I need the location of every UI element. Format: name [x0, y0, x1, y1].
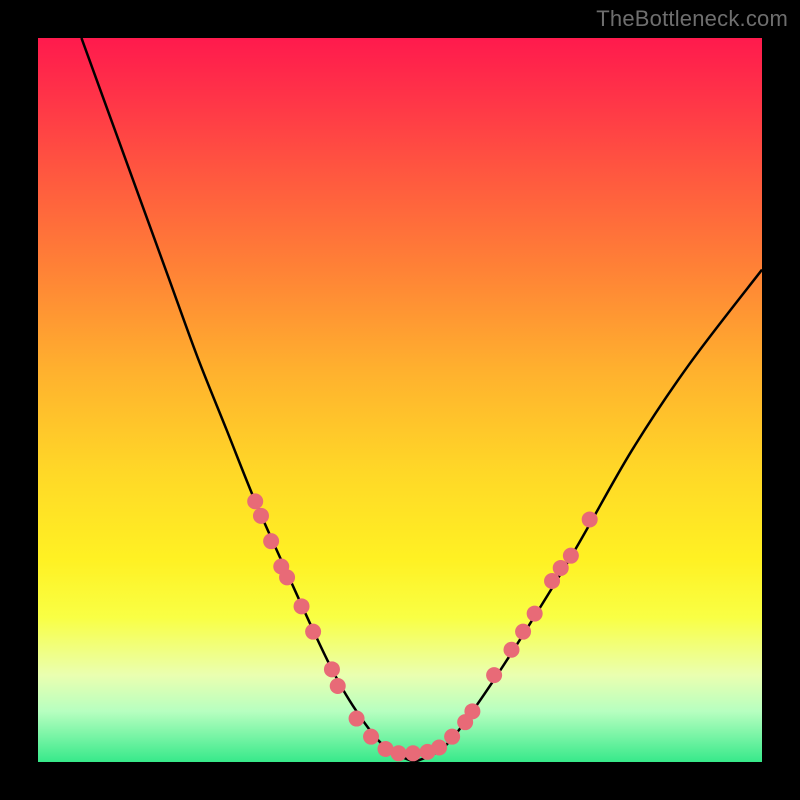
- data-dot: [294, 598, 310, 614]
- chart-svg: [38, 38, 762, 762]
- data-dot: [305, 624, 321, 640]
- data-dot: [515, 624, 531, 640]
- data-dot: [527, 606, 543, 622]
- data-dot: [349, 711, 365, 727]
- chart-frame: TheBottleneck.com: [0, 0, 800, 800]
- data-dot: [444, 729, 460, 745]
- data-dot: [363, 729, 379, 745]
- data-dot: [263, 533, 279, 549]
- data-dot: [544, 573, 560, 589]
- left-curve: [81, 38, 414, 762]
- data-dot: [391, 745, 407, 761]
- data-dot: [324, 661, 340, 677]
- data-dot: [563, 548, 579, 564]
- data-dot: [247, 493, 263, 509]
- data-dot: [279, 569, 295, 585]
- data-dot: [582, 511, 598, 527]
- data-dot: [486, 667, 502, 683]
- watermark-text: TheBottleneck.com: [596, 6, 788, 32]
- data-dot: [503, 642, 519, 658]
- data-dot: [464, 703, 480, 719]
- dots-layer: [247, 493, 597, 761]
- data-dot: [330, 678, 346, 694]
- data-dot: [431, 740, 447, 756]
- data-dot: [253, 508, 269, 524]
- data-dot: [405, 745, 421, 761]
- plot-area: [38, 38, 762, 762]
- data-dot: [553, 560, 569, 576]
